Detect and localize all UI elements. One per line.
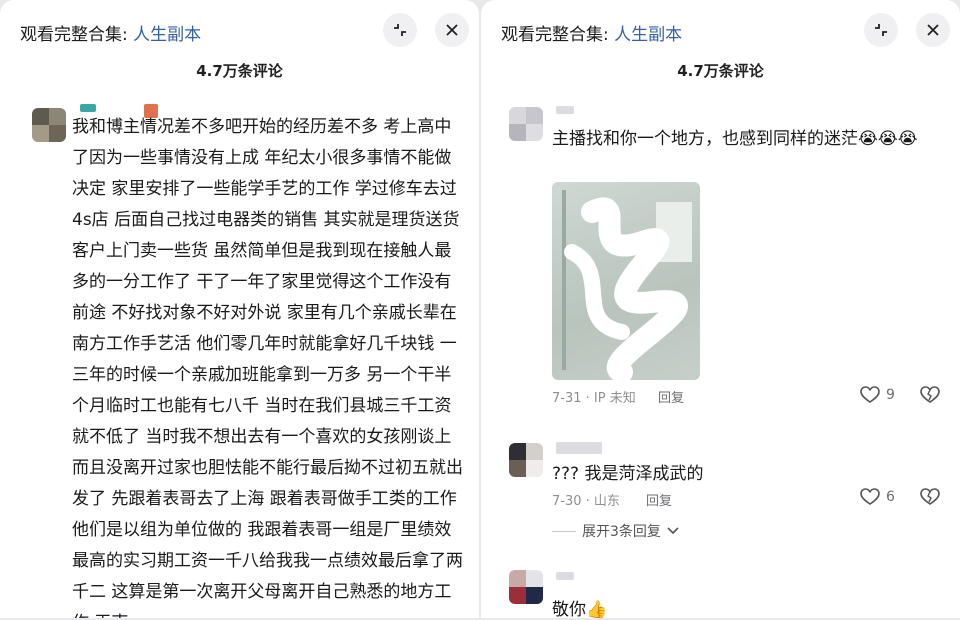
shrink-icon (394, 24, 406, 36)
comment-count: 4.7万条评论 (677, 62, 764, 80)
avatar[interactable] (32, 108, 66, 142)
comment-text: 敬你👍 (552, 600, 608, 620)
close-button[interactable] (435, 13, 469, 47)
collection-prefix: 观看完整合集: (20, 25, 134, 45)
comment-text: 我和博主情况差不多吧开始的经历差不多 考上高中了因为一些事情没有上成 年纪太小很… (72, 117, 463, 618)
like-count: 9 (886, 387, 895, 403)
comment-text: 主播找和你一个地方，也感到同样的迷茫😭😭😭 (552, 129, 918, 149)
heart-icon (860, 386, 880, 403)
dislike-button[interactable] (920, 386, 940, 408)
chevron-down-icon (667, 527, 679, 535)
comment-meta: 7-31 · IP 未知 (552, 391, 636, 406)
broken-heart-icon (920, 488, 940, 505)
avatar[interactable] (509, 570, 543, 604)
reply-button[interactable]: 回复 (658, 387, 684, 406)
divider (552, 530, 576, 532)
expand-replies-label: 展开3条回复 (582, 524, 661, 540)
collection-link[interactable]: 人生副本 (614, 25, 682, 45)
id-card-redacted-image (562, 190, 692, 380)
username-blurred[interactable] (556, 106, 574, 114)
username-blurred[interactable] (80, 104, 96, 112)
collection-link[interactable]: 人生副本 (133, 25, 201, 45)
broken-heart-icon (920, 386, 940, 403)
minimize-button[interactable] (864, 13, 898, 47)
like-count: 6 (886, 489, 895, 505)
shrink-icon (875, 24, 887, 36)
comment-panel-left: 观看完整合集: 人生副本 4.7万条评论 我和博主情况差不多吧开始的经历差不多 … (0, 0, 479, 618)
expand-replies-button[interactable]: 展开3条回复 (552, 521, 679, 541)
collection-label[interactable]: 观看完整合集: 人生副本 (20, 20, 201, 45)
reply-button[interactable]: 回复 (646, 490, 672, 509)
like-button[interactable]: 9 (860, 386, 895, 404)
comment-panel-header: 观看完整合集: 人生副本 (481, 0, 960, 64)
close-icon (446, 24, 458, 36)
comment-count: 4.7万条评论 (196, 62, 283, 80)
comment-image[interactable] (552, 182, 700, 380)
username-blurred[interactable] (556, 572, 574, 580)
collection-prefix: 观看完整合集: (501, 25, 615, 45)
heart-icon (860, 488, 880, 505)
comment-meta: 7-30 · 山东 (552, 494, 620, 509)
minimize-button[interactable] (383, 13, 417, 47)
comment-text: ??? 我是菏泽成武的 (552, 464, 704, 484)
collection-label[interactable]: 观看完整合集: 人生副本 (501, 20, 682, 45)
like-button[interactable]: 6 (860, 488, 895, 506)
avatar[interactable] (509, 443, 543, 477)
close-button[interactable] (916, 13, 950, 47)
close-icon (927, 24, 939, 36)
dislike-button[interactable] (920, 488, 940, 510)
comment-panel-header: 观看完整合集: 人生副本 (0, 0, 479, 64)
username-blurred[interactable] (556, 442, 602, 454)
avatar[interactable] (509, 107, 543, 141)
